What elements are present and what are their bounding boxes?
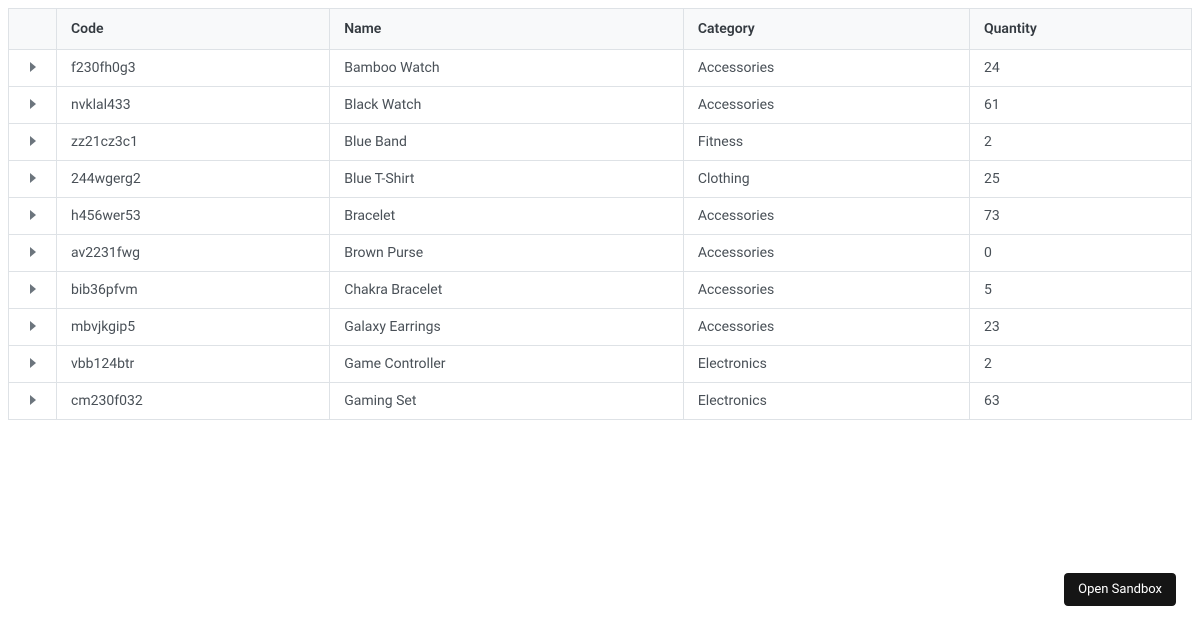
row-expander-cell[interactable] [9, 87, 57, 124]
row-expander-cell[interactable] [9, 161, 57, 198]
cell-quantity: 73 [969, 198, 1191, 235]
cell-quantity: 24 [969, 50, 1191, 87]
table-row: bib36pfvmChakra BraceletAccessories5 [9, 272, 1192, 309]
cell-name: Game Controller [330, 346, 684, 383]
cell-name: Blue Band [330, 124, 684, 161]
cell-code: cm230f032 [57, 383, 330, 420]
table-header-row: Code Name Category Quantity [9, 9, 1192, 50]
open-sandbox-button[interactable]: Open Sandbox [1064, 573, 1176, 606]
column-header-expander [9, 9, 57, 50]
table-row: h456wer53BraceletAccessories73 [9, 198, 1192, 235]
cell-code: h456wer53 [57, 198, 330, 235]
cell-name: Chakra Bracelet [330, 272, 684, 309]
cell-category: Accessories [683, 272, 969, 309]
cell-quantity: 0 [969, 235, 1191, 272]
column-header-category: Category [683, 9, 969, 50]
table-row: f230fh0g3Bamboo WatchAccessories24 [9, 50, 1192, 87]
cell-quantity: 23 [969, 309, 1191, 346]
chevron-right-icon[interactable] [30, 62, 36, 72]
cell-quantity: 63 [969, 383, 1191, 420]
table-row: 244wgerg2Blue T-ShirtClothing25 [9, 161, 1192, 198]
table-row: cm230f032Gaming SetElectronics63 [9, 383, 1192, 420]
cell-category: Accessories [683, 235, 969, 272]
cell-name: Black Watch [330, 87, 684, 124]
cell-code: mbvjkgip5 [57, 309, 330, 346]
row-expander-cell[interactable] [9, 198, 57, 235]
chevron-right-icon[interactable] [30, 99, 36, 109]
row-expander-cell[interactable] [9, 50, 57, 87]
chevron-right-icon[interactable] [30, 321, 36, 331]
cell-name: Blue T-Shirt [330, 161, 684, 198]
table-row: zz21cz3c1Blue BandFitness2 [9, 124, 1192, 161]
cell-quantity: 2 [969, 124, 1191, 161]
cell-category: Accessories [683, 309, 969, 346]
chevron-right-icon[interactable] [30, 136, 36, 146]
row-expander-cell[interactable] [9, 309, 57, 346]
cell-quantity: 25 [969, 161, 1191, 198]
cell-category: Accessories [683, 50, 969, 87]
cell-category: Fitness [683, 124, 969, 161]
products-table: Code Name Category Quantity f230fh0g3Bam… [8, 8, 1192, 420]
chevron-right-icon[interactable] [30, 395, 36, 405]
cell-category: Accessories [683, 87, 969, 124]
column-header-quantity: Quantity [969, 9, 1191, 50]
cell-code: vbb124btr [57, 346, 330, 383]
chevron-right-icon[interactable] [30, 210, 36, 220]
cell-code: zz21cz3c1 [57, 124, 330, 161]
table-row: mbvjkgip5Galaxy EarringsAccessories23 [9, 309, 1192, 346]
cell-code: 244wgerg2 [57, 161, 330, 198]
cell-category: Electronics [683, 346, 969, 383]
row-expander-cell[interactable] [9, 272, 57, 309]
column-header-name: Name [330, 9, 684, 50]
cell-category: Clothing [683, 161, 969, 198]
table-row: av2231fwgBrown PurseAccessories0 [9, 235, 1192, 272]
row-expander-cell[interactable] [9, 124, 57, 161]
cell-quantity: 5 [969, 272, 1191, 309]
cell-quantity: 2 [969, 346, 1191, 383]
table-row: vbb124btrGame ControllerElectronics2 [9, 346, 1192, 383]
row-expander-cell[interactable] [9, 346, 57, 383]
cell-quantity: 61 [969, 87, 1191, 124]
cell-name: Bracelet [330, 198, 684, 235]
chevron-right-icon[interactable] [30, 358, 36, 368]
chevron-right-icon[interactable] [30, 247, 36, 257]
cell-name: Galaxy Earrings [330, 309, 684, 346]
row-expander-cell[interactable] [9, 235, 57, 272]
cell-name: Bamboo Watch [330, 50, 684, 87]
cell-category: Electronics [683, 383, 969, 420]
chevron-right-icon[interactable] [30, 284, 36, 294]
cell-code: f230fh0g3 [57, 50, 330, 87]
column-header-code: Code [57, 9, 330, 50]
cell-name: Gaming Set [330, 383, 684, 420]
cell-code: nvklal433 [57, 87, 330, 124]
table-row: nvklal433Black WatchAccessories61 [9, 87, 1192, 124]
chevron-right-icon[interactable] [30, 173, 36, 183]
cell-category: Accessories [683, 198, 969, 235]
cell-code: av2231fwg [57, 235, 330, 272]
cell-code: bib36pfvm [57, 272, 330, 309]
row-expander-cell[interactable] [9, 383, 57, 420]
cell-name: Brown Purse [330, 235, 684, 272]
